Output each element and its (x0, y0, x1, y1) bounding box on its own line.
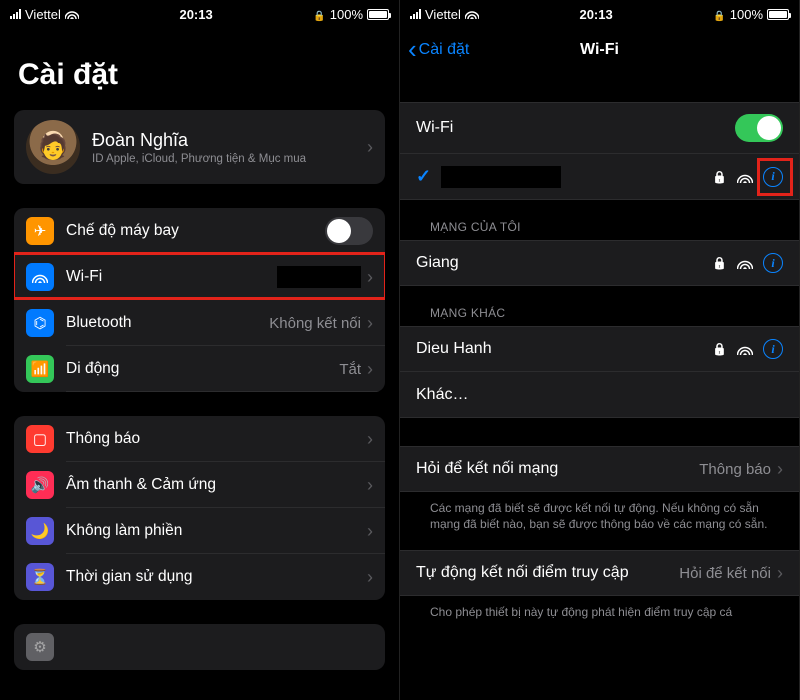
network-row-giang[interactable]: Giang i (400, 240, 799, 286)
ask-to-join-row[interactable]: Hỏi để kết nối mạng Thông báo › (400, 446, 799, 492)
chevron-right-icon: › (367, 267, 373, 288)
cellular-row[interactable]: 📶 Di động Tắt › (14, 346, 385, 392)
wifi-toggle[interactable] (735, 114, 783, 142)
chevron-right-icon: › (367, 475, 373, 496)
chevron-right-icon: › (367, 137, 373, 158)
status-bar: Viettel 20:13 100% (0, 0, 399, 28)
chevron-right-icon: › (367, 429, 373, 450)
auto-hotspot-footer: Cho phép thiết bị này tự động phát hiện … (400, 596, 799, 620)
network-label: Dieu Hanh (416, 340, 712, 358)
wifi-strength-icon (737, 343, 753, 355)
chevron-right-icon: › (367, 359, 373, 380)
orientation-lock-icon (713, 7, 725, 22)
wifi-settings-icon (26, 263, 54, 291)
signal-icon (410, 9, 421, 19)
bluetooth-value: Không kết nối (269, 315, 361, 332)
bluetooth-icon: ⌬ (26, 309, 54, 337)
clock: 20:13 (79, 7, 313, 22)
auto-hotspot-label: Tự động kết nối điểm truy cập (416, 564, 679, 582)
carrier-label: Viettel (25, 7, 61, 22)
notifications-icon: ▢ (26, 425, 54, 453)
wifi-row[interactable]: Wi-Fi › (14, 254, 385, 300)
wifi-screen: Viettel 20:13 100% Cài đặt Wi-Fi Wi-Fi ✓… (400, 0, 800, 700)
battery-pct: 100% (730, 7, 763, 22)
wifi-label: Wi-Fi (66, 268, 277, 286)
general-row-partial[interactable]: ⚙ (14, 624, 385, 670)
screentime-row[interactable]: ⏳ Thời gian sử dụng › (14, 554, 385, 600)
my-networks-header: MẠNG CỦA TÔI (400, 200, 799, 240)
network-row-dieuhanh[interactable]: Dieu Hanh i (400, 326, 799, 372)
status-bar: Viettel 20:13 100% (400, 0, 799, 28)
chevron-right-icon: › (367, 521, 373, 542)
wifi-strength-icon (737, 257, 753, 269)
chevron-right-icon: › (777, 563, 783, 584)
sounds-icon: 🔊 (26, 471, 54, 499)
screentime-label: Thời gian sử dụng (66, 568, 367, 586)
profile-subtitle: ID Apple, iCloud, Phương tiện & Mục mua (92, 153, 367, 165)
other-label: Khác… (416, 386, 783, 404)
sounds-label: Âm thanh & Cảm ứng (66, 476, 367, 494)
bluetooth-label: Bluetooth (66, 314, 269, 332)
cellular-label: Di động (66, 360, 339, 378)
connected-ssid-redacted (441, 166, 561, 188)
wifi-strength-icon (737, 171, 753, 183)
lock-icon (712, 168, 727, 186)
cellular-icon: 📶 (26, 355, 54, 383)
battery-pct: 100% (330, 7, 363, 22)
battery-icon (767, 9, 789, 20)
hourglass-icon: ⏳ (26, 563, 54, 591)
connectivity-group: ✈ Chế độ máy bay Wi-Fi › ⌬ Bluetooth Khô… (14, 208, 385, 392)
nav-title: Wi-Fi (400, 41, 799, 59)
ask-join-value: Thông báo (699, 461, 771, 478)
wifi-redacted-value (277, 266, 361, 288)
lock-icon (712, 254, 727, 272)
ask-join-label: Hỏi để kết nối mạng (416, 460, 699, 478)
auto-hotspot-row[interactable]: Tự động kết nối điểm truy cập Hỏi để kết… (400, 550, 799, 596)
cellular-value: Tắt (339, 361, 361, 378)
sounds-row[interactable]: 🔊 Âm thanh & Cảm ứng › (14, 462, 385, 508)
other-network-row[interactable]: Khác… (400, 372, 799, 418)
info-icon[interactable]: i (763, 339, 783, 359)
gear-icon: ⚙ (26, 633, 54, 661)
wifi-status-icon (65, 7, 79, 22)
wifi-toggle-label: Wi-Fi (416, 119, 735, 137)
info-icon[interactable]: i (763, 167, 783, 187)
airplane-icon: ✈ (26, 217, 54, 245)
network-label: Giang (416, 254, 712, 272)
ask-join-footer: Các mạng đã biết sẽ được kết nối tự động… (400, 492, 799, 550)
chevron-right-icon: › (777, 459, 783, 480)
apple-id-row[interactable]: 🧑 Đoàn Nghĩa ID Apple, iCloud, Phương ti… (14, 110, 385, 184)
general-group: ⚙ (14, 624, 385, 670)
avatar: 🧑 (26, 120, 80, 174)
signal-icon (10, 9, 21, 19)
wifi-status-icon (465, 7, 479, 22)
notifications-group: ▢ Thông báo › 🔊 Âm thanh & Cảm ứng › 🌙 K… (14, 416, 385, 600)
connected-network-row[interactable]: ✓ i (400, 154, 799, 200)
battery-icon (367, 9, 389, 20)
dnd-label: Không làm phiền (66, 522, 367, 540)
moon-icon: 🌙 (26, 517, 54, 545)
nav-bar: Cài đặt Wi-Fi (400, 28, 799, 72)
notifications-label: Thông báo (66, 430, 367, 448)
chevron-right-icon: › (367, 567, 373, 588)
airplane-toggle[interactable] (325, 217, 373, 245)
chevron-right-icon: › (367, 313, 373, 334)
lock-icon (712, 340, 727, 358)
profile-name: Đoàn Nghĩa (92, 130, 367, 151)
info-icon[interactable]: i (763, 253, 783, 273)
settings-screen: Viettel 20:13 100% Cài đặt 🧑 Đoàn Nghĩa … (0, 0, 400, 700)
dnd-row[interactable]: 🌙 Không làm phiền › (14, 508, 385, 554)
checkmark-icon: ✓ (416, 166, 431, 187)
auto-hotspot-value: Hỏi để kết nối (679, 565, 771, 582)
airplane-label: Chế độ máy bay (66, 222, 325, 240)
clock: 20:13 (479, 7, 713, 22)
bluetooth-row[interactable]: ⌬ Bluetooth Không kết nối › (14, 300, 385, 346)
wifi-toggle-row[interactable]: Wi-Fi (400, 102, 799, 154)
other-networks-header: MẠNG KHÁC (400, 286, 799, 326)
carrier-label: Viettel (425, 7, 461, 22)
page-title: Cài đặt (0, 28, 399, 110)
notifications-row[interactable]: ▢ Thông báo › (14, 416, 385, 462)
orientation-lock-icon (313, 7, 325, 22)
airplane-mode-row[interactable]: ✈ Chế độ máy bay (14, 208, 385, 254)
